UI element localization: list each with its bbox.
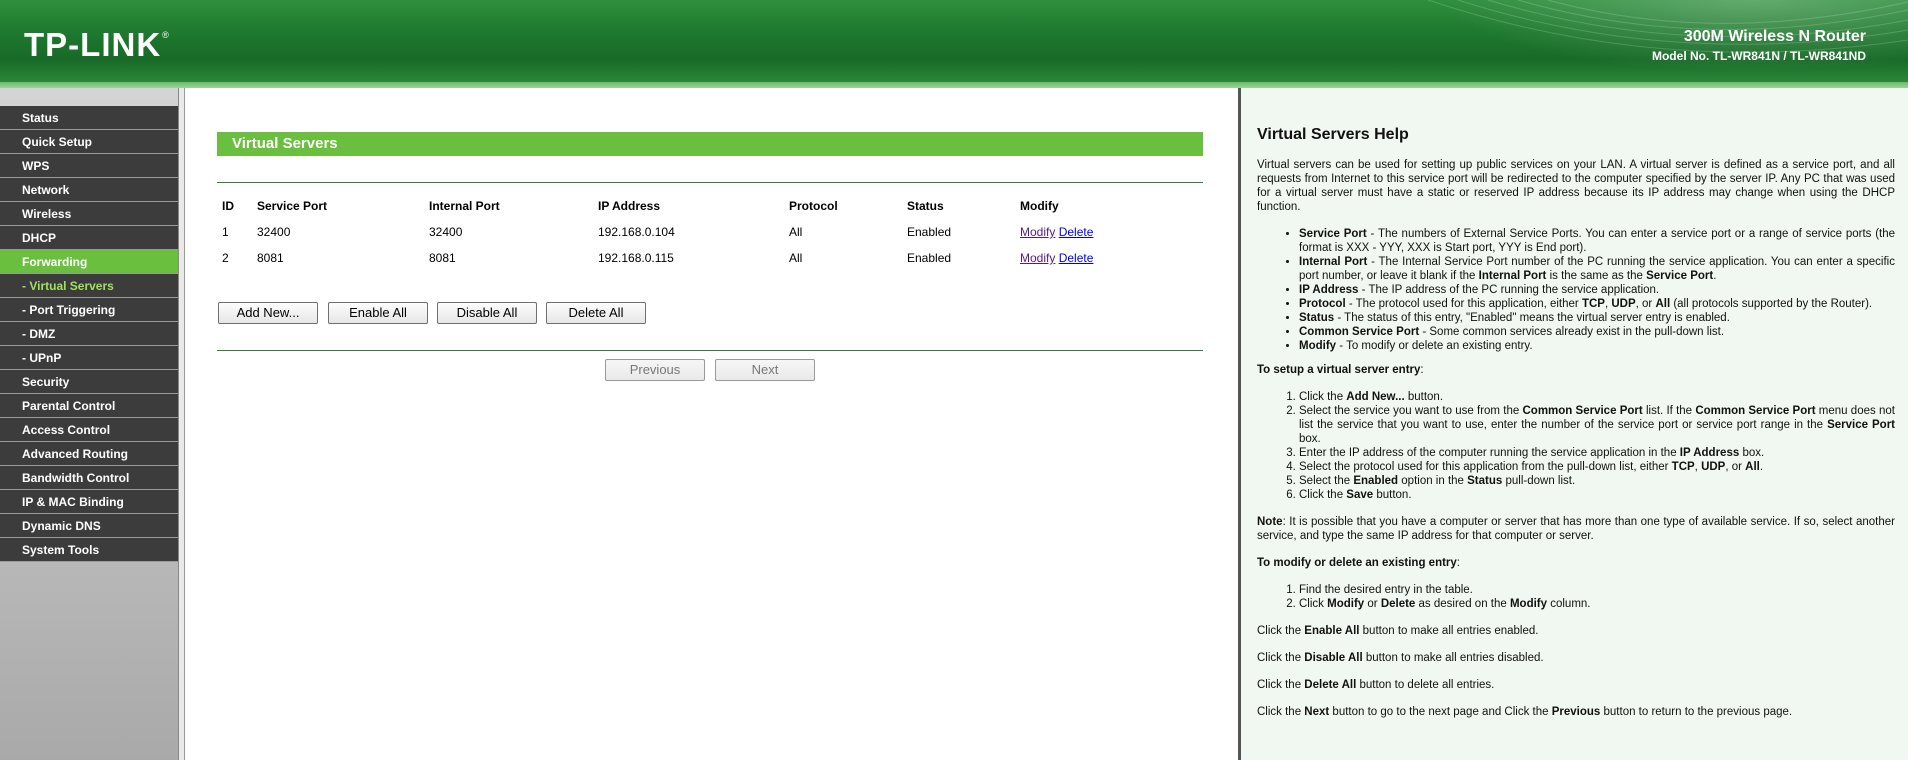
cell-ip-address: 192.168.0.104 bbox=[598, 225, 675, 239]
sidebar-item-forwarding[interactable]: Forwarding bbox=[0, 250, 179, 274]
help-definitions: Service Port - The numbers of External S… bbox=[1299, 227, 1895, 353]
sidebar-item-dhcp[interactable]: DHCP bbox=[0, 226, 179, 250]
col-protocol: Protocol bbox=[789, 199, 838, 213]
help-line: Click the Next button to go to the next … bbox=[1257, 706, 1793, 718]
cell-modify: Modify Delete bbox=[1015, 245, 1203, 271]
help-step: Click the Save button. bbox=[1299, 488, 1895, 502]
previous-button[interactable]: Previous bbox=[605, 359, 705, 381]
cell-modify: Modify Delete bbox=[1015, 219, 1203, 245]
cell-protocol: All bbox=[789, 225, 803, 239]
cell-internal-port: 8081 bbox=[429, 251, 456, 265]
cell-service-port: 32400 bbox=[257, 225, 291, 239]
model-number: Model No. TL-WR841N / TL-WR841ND bbox=[1651, 49, 1866, 63]
sidebar: Status Quick Setup WPS Network Wireless DHCP F… bbox=[0, 88, 184, 760]
help-title: Virtual Servers Help bbox=[1257, 126, 1409, 143]
help-line: Click the Disable All button to make all… bbox=[1257, 652, 1544, 664]
table-header-row: ID Service Port Internal Port IP Address… bbox=[217, 193, 1203, 219]
modify-link[interactable]: Modify bbox=[1020, 251, 1055, 265]
sidebar-item-upnp[interactable]: - UPnP bbox=[0, 346, 179, 370]
help-intro: Virtual servers can be used for setting … bbox=[1257, 159, 1895, 213]
product-name: 300M Wireless N Router bbox=[1683, 28, 1866, 45]
cell-status: Enabled bbox=[907, 251, 952, 265]
main-panel: Virtual Servers ID Service Port Internal… bbox=[184, 88, 1238, 760]
sidebar-item-access-control[interactable]: Access Control bbox=[0, 418, 179, 442]
help-definition-item: IP Address - The IP address of the PC ru… bbox=[1299, 283, 1895, 297]
sidebar-item-virtual-servers[interactable]: - Virtual Servers bbox=[0, 274, 179, 298]
col-ip-address: IP Address bbox=[598, 199, 661, 213]
divider-top bbox=[217, 182, 1203, 183]
help-line: Click the Delete All button to delete al… bbox=[1257, 679, 1495, 691]
sidebar-item-system-tools[interactable]: System Tools bbox=[0, 538, 179, 562]
delete-link[interactable]: Delete bbox=[1059, 251, 1094, 265]
table-row: 1 32400 32400 192.168.0.104 All Enabled … bbox=[217, 219, 1203, 245]
help-step: Select the protocol used for this applic… bbox=[1299, 460, 1895, 474]
col-id: ID bbox=[222, 199, 234, 213]
help-button-notes: Click the Enable All button to make all … bbox=[1257, 624, 1895, 719]
help-panel: Virtual Servers Help Virtual servers can… bbox=[1238, 88, 1908, 760]
help-step: Enter the IP address of the computer run… bbox=[1299, 446, 1895, 460]
cell-id: 2 bbox=[222, 251, 229, 265]
col-internal-port: Internal Port bbox=[429, 199, 500, 213]
cell-internal-port: 32400 bbox=[429, 225, 463, 239]
cell-protocol: All bbox=[789, 251, 803, 265]
sidebar-item-ip-mac-binding[interactable]: IP & MAC Binding bbox=[0, 490, 179, 514]
setup-heading: To setup a virtual server entry: bbox=[1257, 364, 1424, 376]
sidebar-item-bandwidth-control[interactable]: Bandwidth Control bbox=[0, 466, 179, 490]
add-new-button[interactable]: Add New... bbox=[218, 302, 318, 324]
help-step: Click Modify or Delete as desired on the… bbox=[1299, 597, 1895, 611]
modify-heading: To modify or delete an existing entry: bbox=[1257, 557, 1460, 569]
sidebar-item-network[interactable]: Network bbox=[0, 178, 179, 202]
help-content: Virtual Servers Help Virtual servers can… bbox=[1257, 126, 1895, 732]
setup-steps: Click the Add New... button.Select the s… bbox=[1299, 390, 1895, 502]
delete-link[interactable]: Delete bbox=[1059, 225, 1094, 239]
modify-link[interactable]: Modify bbox=[1020, 225, 1055, 239]
help-definition-item: Internal Port - The Internal Service Por… bbox=[1299, 255, 1895, 283]
delete-all-button[interactable]: Delete All bbox=[546, 302, 646, 324]
help-definition-item: Protocol - The protocol used for this ap… bbox=[1299, 297, 1895, 311]
sidebar-item-port-triggering[interactable]: - Port Triggering bbox=[0, 298, 179, 322]
help-step: Select the service you want to use from … bbox=[1299, 404, 1895, 446]
cell-status: Enabled bbox=[907, 225, 952, 239]
help-definition-item: Service Port - The numbers of External S… bbox=[1299, 227, 1895, 255]
sidebar-item-quick-setup[interactable]: Quick Setup bbox=[0, 130, 179, 154]
sidebar-item-status[interactable]: Status bbox=[0, 106, 179, 130]
help-definition-item: Modify - To modify or delete an existing… bbox=[1299, 339, 1895, 353]
sidebar-item-dynamic-dns[interactable]: Dynamic DNS bbox=[0, 514, 179, 538]
sidebar-item-parental-control[interactable]: Parental Control bbox=[0, 394, 179, 418]
help-note: Note: It is possible that you have a com… bbox=[1257, 516, 1895, 542]
cell-service-port: 8081 bbox=[257, 251, 284, 265]
help-step: Click the Add New... button. bbox=[1299, 390, 1895, 404]
col-modify: Modify bbox=[1020, 199, 1059, 213]
help-line: Click the Enable All button to make all … bbox=[1257, 625, 1539, 637]
table-row: 2 8081 8081 192.168.0.115 All Enabled Mo… bbox=[217, 245, 1203, 271]
sidebar-item-advanced-routing[interactable]: Advanced Routing bbox=[0, 442, 179, 466]
sidebar-menu: Status Quick Setup WPS Network Wireless DHCP F… bbox=[0, 106, 179, 562]
disable-all-button[interactable]: Disable All bbox=[437, 302, 537, 324]
sidebar-item-dmz[interactable]: - DMZ bbox=[0, 322, 179, 346]
help-step: Select the Enabled option in the Status … bbox=[1299, 474, 1895, 488]
sidebar-item-security[interactable]: Security bbox=[0, 370, 179, 394]
help-definition-item: Status - The status of this entry, "Enab… bbox=[1299, 311, 1895, 325]
page-title: Virtual Servers bbox=[217, 132, 1203, 156]
cell-ip-address: 192.168.0.115 bbox=[598, 251, 674, 265]
tp-link-logo: TP-LINK® bbox=[24, 26, 170, 63]
help-step: Find the desired entry in the table. bbox=[1299, 583, 1895, 597]
sidebar-item-wps[interactable]: WPS bbox=[0, 154, 179, 178]
col-service-port: Service Port bbox=[257, 199, 328, 213]
sidebar-item-wireless[interactable]: Wireless bbox=[0, 202, 179, 226]
cell-id: 1 bbox=[222, 225, 229, 239]
virtual-servers-table: ID Service Port Internal Port IP Address… bbox=[217, 193, 1203, 271]
help-definition-item: Common Service Port - Some common servic… bbox=[1299, 325, 1895, 339]
next-button[interactable]: Next bbox=[715, 359, 815, 381]
col-status: Status bbox=[907, 199, 944, 213]
product-info: 300M Wireless N Router Model No. TL-WR84… bbox=[1652, 28, 1866, 63]
header-banner: TP-LINK® 300M Wireless N Router Model No… bbox=[0, 0, 1908, 85]
modify-steps: Find the desired entry in the table.Clic… bbox=[1299, 583, 1895, 611]
enable-all-button[interactable]: Enable All bbox=[328, 302, 428, 324]
divider-bottom bbox=[217, 350, 1203, 351]
